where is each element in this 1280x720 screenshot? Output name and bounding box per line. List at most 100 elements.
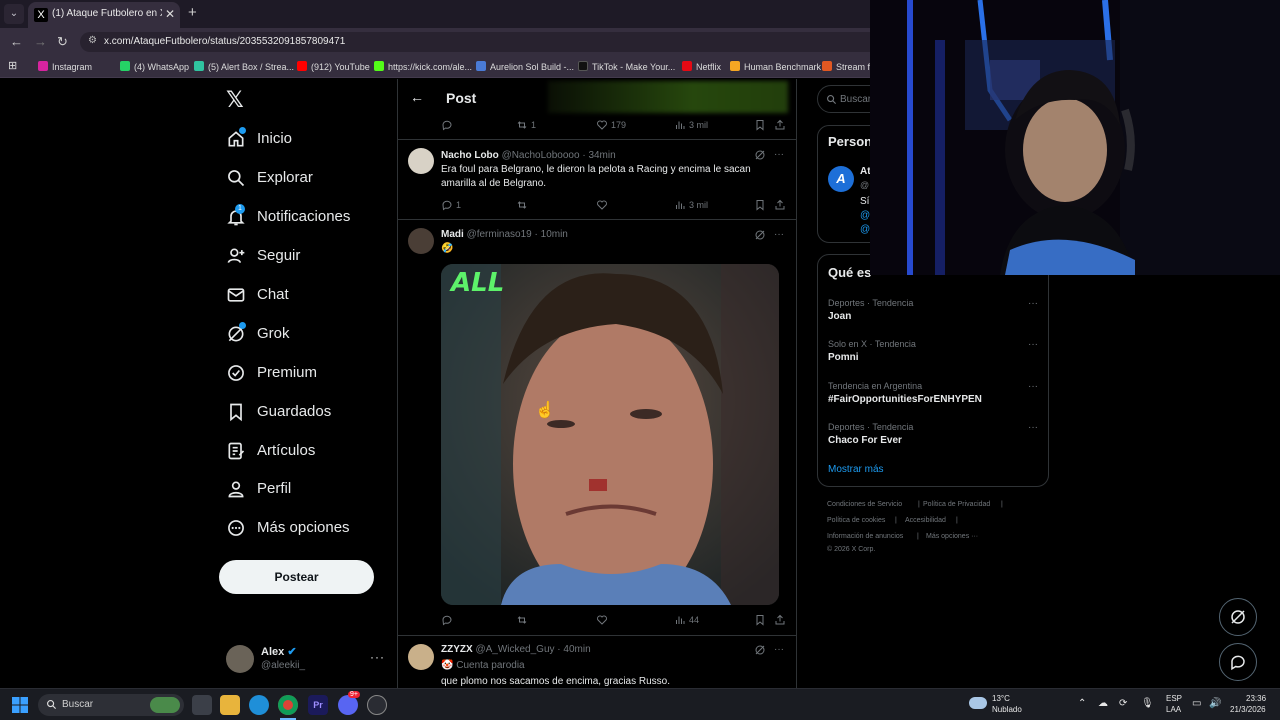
grok-icon[interactable] (754, 644, 766, 656)
show-more-link[interactable]: Mostrar más (828, 464, 884, 475)
sidebar-item-guardados[interactable]: Guardados (226, 400, 386, 428)
footer-link[interactable]: Más opciones ··· (926, 533, 978, 540)
tray-sync-icon[interactable]: ⟳ (1119, 698, 1127, 709)
views-button[interactable]: 44 (674, 614, 699, 626)
bookmark-button[interactable] (754, 614, 769, 626)
apps-grid-icon[interactable]: ⊞ (8, 59, 17, 72)
person-mention[interactable]: @ (860, 210, 870, 221)
sidebar-item-notificaciones[interactable]: 1 Notificaciones (226, 204, 386, 233)
trend-item[interactable]: Deportes · Tendencia Joan ··· (828, 298, 1040, 328)
clock-time[interactable]: 23:36 (1246, 694, 1266, 703)
sidebar-item-inicio[interactable]: Inicio (226, 127, 386, 155)
avatar[interactable] (408, 148, 434, 174)
views-button[interactable]: 3 mil (674, 119, 708, 131)
bookmark-aurelion[interactable]: Aurelion Sol Build -... (476, 61, 574, 72)
forward-button[interactable]: → (34, 34, 47, 49)
reply-button[interactable] (441, 119, 456, 131)
tweet-author[interactable]: Madi @ferminaso19 · 10min (441, 229, 568, 240)
avatar[interactable] (408, 228, 434, 254)
bookmark-alertbox[interactable]: (5) Alert Box / Strea... (194, 61, 294, 72)
views-button[interactable]: 3 mil (674, 199, 708, 211)
reply-button[interactable] (441, 614, 456, 626)
taskbar-search[interactable]: Buscar (38, 694, 184, 716)
microphone-icon[interactable]: 🎙 (1141, 698, 1154, 709)
url-input[interactable]: ⚙ x.com/AtaqueFutbolero/status/203553209… (80, 32, 880, 52)
bookmark-youtube[interactable]: (912) YouTube (297, 61, 370, 72)
bookmark-button[interactable] (754, 119, 769, 131)
sidebar-item-chat[interactable]: Chat (226, 283, 386, 311)
grok-icon[interactable] (754, 149, 766, 161)
tray-app-icon[interactable]: ☁ (1098, 698, 1108, 709)
grok-icon[interactable] (754, 229, 766, 241)
account-more-icon[interactable]: ··· (370, 650, 385, 664)
more-icon[interactable]: ··· (774, 644, 784, 655)
edge-icon[interactable] (249, 695, 269, 715)
like-button[interactable] (596, 199, 611, 211)
sidebar-item-articulos[interactable]: Artículos (226, 439, 386, 467)
post-button[interactable]: Postear (219, 560, 374, 594)
sidebar-item-explorar[interactable]: Explorar (226, 166, 386, 194)
sidebar-item-seguir[interactable]: Seguir (226, 244, 386, 272)
grok-fab-button[interactable] (1219, 598, 1257, 636)
tweet-author[interactable]: ZZYZX @A_Wicked_Guy · 40min (441, 644, 591, 655)
footer-link[interactable]: Información de anuncios (827, 533, 903, 540)
chrome-icon[interactable] (278, 695, 298, 715)
obs-icon[interactable] (367, 695, 387, 715)
repost-button[interactable] (516, 614, 531, 626)
footer-link[interactable]: Política de cookies (827, 517, 885, 524)
repost-button[interactable] (516, 199, 531, 211)
avatar[interactable] (408, 644, 434, 670)
language-layout[interactable]: LAA (1166, 705, 1181, 714)
share-button[interactable] (774, 119, 789, 131)
trend-item[interactable]: Solo en X · Tendencia Pomni ··· (828, 339, 1040, 369)
file-explorer-icon[interactable] (220, 695, 240, 715)
avatar[interactable]: A (828, 166, 854, 192)
share-button[interactable] (774, 614, 789, 626)
browser-tab[interactable]: X (1) Ataque Futbolero en X: "😂 ✕ (28, 2, 180, 28)
sidebar-item-perfil[interactable]: Perfil (226, 477, 386, 505)
task-view-icon[interactable] (192, 695, 212, 715)
tab-search-button[interactable]: ⌄ (4, 4, 24, 24)
back-arrow-icon[interactable]: ← (410, 89, 424, 105)
chevron-up-icon[interactable]: ⌃ (1078, 698, 1086, 709)
display-icon[interactable]: ▭ (1192, 698, 1201, 709)
sidebar-item-premium[interactable]: Premium (226, 361, 386, 389)
bookmark-whatsapp[interactable]: (4) WhatsApp (120, 61, 189, 72)
repost-button[interactable]: 1 (516, 119, 536, 131)
volume-icon[interactable]: 🔊 (1209, 698, 1221, 709)
bookmark-kick[interactable]: https://kick.com/ale... (374, 61, 472, 72)
chat-fab-button[interactable] (1219, 643, 1257, 681)
like-button[interactable] (596, 614, 611, 626)
bookmark-humanbenchmark[interactable]: Human Benchmark (730, 61, 821, 72)
footer-link[interactable]: Accesibilidad (905, 517, 946, 524)
trend-item[interactable]: Tendencia en Argentina #FairOpportunitie… (828, 381, 1040, 411)
tab-close-icon[interactable]: ✕ (165, 7, 175, 21)
bookmark-stream[interactable]: Stream fr (822, 61, 873, 72)
more-icon[interactable]: ··· (1028, 381, 1038, 392)
tweet-author[interactable]: Nacho Lobo @NachoLoboooo · 34min (441, 150, 616, 161)
account-switcher[interactable]: Alex ✔ @aleekii_ ··· (226, 643, 386, 673)
more-icon[interactable]: ··· (774, 149, 784, 160)
share-button[interactable] (774, 199, 789, 211)
bookmark-instagram[interactable]: Instagram (38, 61, 92, 72)
sidebar-item-grok[interactable]: Grok (226, 322, 386, 350)
footer-link[interactable]: Política de Privacidad (923, 501, 990, 508)
clock-date[interactable]: 21/3/2026 (1230, 705, 1266, 714)
new-tab-button[interactable]: + (188, 4, 197, 21)
tweet-media[interactable]: ALL ☝ (441, 264, 779, 605)
language-code[interactable]: ESP (1166, 694, 1182, 703)
more-icon[interactable]: ··· (774, 229, 784, 240)
bookmark-tiktok[interactable]: TikTok - Make Your... (578, 61, 675, 72)
back-button[interactable]: ← (10, 34, 23, 49)
footer-link[interactable]: Condiciones de Servicio (827, 501, 902, 508)
bookmark-netflix[interactable]: Netflix (682, 61, 721, 72)
like-button[interactable]: 179 (596, 119, 626, 131)
more-icon[interactable]: ··· (1028, 339, 1038, 350)
windows-start-icon[interactable] (12, 697, 28, 713)
more-icon[interactable]: ··· (1028, 298, 1038, 309)
bookmark-button[interactable] (754, 199, 769, 211)
site-info-icon[interactable]: ⚙ (88, 35, 97, 46)
x-logo-icon[interactable]: 𝕏 (226, 88, 244, 113)
reply-button[interactable]: 1 (441, 199, 461, 211)
reload-button[interactable]: ↻ (57, 34, 68, 50)
